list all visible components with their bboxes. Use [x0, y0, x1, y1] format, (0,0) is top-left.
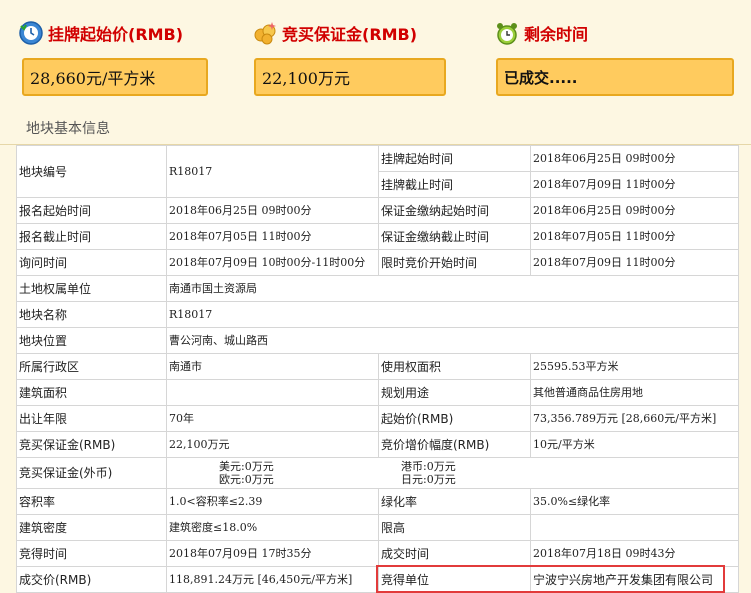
remaining-time-title: 剩余时间	[524, 25, 589, 44]
table-row: 所属行政区 南通市 使用权面积 25595.53平方米	[16, 353, 739, 380]
value-cell: 2018年07月05日 11时00分	[166, 223, 379, 250]
label-cell: 地块编号	[16, 145, 167, 198]
label-cell: 使用权面积	[378, 353, 531, 380]
value-cell: 2018年07月09日 11时00分	[530, 171, 739, 198]
label-cell: 限时竞价开始时间	[378, 249, 531, 276]
label-cell: 建筑面积	[16, 379, 167, 406]
value-cell: 2018年07月09日 17时35分	[166, 540, 379, 567]
table-row: 地块位置 曹公河南、城山路西	[16, 327, 739, 354]
value-cell: 70年	[166, 405, 379, 432]
value-cell: 22,100万元	[166, 431, 379, 458]
deposit-title: 竞买保证金(RMB)	[282, 25, 418, 44]
section-header: 地块基本信息	[0, 110, 751, 145]
label-cell: 土地权属单位	[16, 275, 167, 302]
label-cell: 起始价(RMB)	[378, 405, 531, 432]
hkd-value: 港币:0万元	[401, 460, 456, 473]
label-cell: 规划用途	[378, 379, 531, 406]
value-cell: 2018年07月09日 11时00分	[530, 249, 739, 276]
label-cell: 保证金缴纳截止时间	[378, 223, 531, 250]
label-cell: 竞价增价幅度(RMB)	[378, 431, 531, 458]
label-cell: 挂牌截止时间	[378, 171, 531, 198]
value-cell: R18017	[166, 145, 379, 198]
table-row: 竞买保证金(RMB) 22,100万元 竞价增价幅度(RMB) 10元/平方米	[16, 431, 739, 458]
label-cell: 地块名称	[16, 301, 167, 328]
table-row: 报名起始时间 2018年06月25日 09时00分 保证金缴纳起始时间 2018…	[16, 197, 739, 224]
label-cell: 竞买保证金(外币)	[16, 457, 167, 489]
value-cell: 南通市	[166, 353, 379, 380]
label-cell: 竞买保证金(RMB)	[16, 431, 167, 458]
table-row: 出让年限 70年 起始价(RMB) 73,356.789万元 [28,660元/…	[16, 405, 739, 432]
label-cell: 成交价(RMB)	[16, 566, 167, 593]
deposit-value: 22,100万元	[254, 58, 446, 96]
label-cell: 询问时间	[16, 249, 167, 276]
remaining-time-card: 剩余时间 已成交.....	[494, 8, 734, 104]
value-cell: R18017	[166, 301, 739, 328]
label-cell: 建筑密度	[16, 514, 167, 541]
label-cell: 保证金缴纳起始时间	[378, 197, 531, 224]
value-cell: 南通市国土资源局	[166, 275, 739, 302]
start-price-value: 28,660元/平方米	[22, 58, 208, 96]
value-cell: 2018年06月25日 09时00分	[166, 197, 379, 224]
table-row: 容积率 1.0<容积率≤2.39 绿化率 35.0%≤绿化率	[16, 488, 739, 515]
label-cell: 挂牌起始时间	[378, 145, 531, 172]
value-cell: 曹公河南、城山路西	[166, 327, 739, 354]
table-row: 土地权属单位 南通市国土资源局	[16, 275, 739, 302]
value-cell	[530, 514, 739, 541]
table-row: 建筑面积 规划用途 其他普通商品住房用地	[16, 379, 739, 406]
clock-refresh-icon	[18, 20, 44, 46]
value-cell: 118,891.24万元 [46,450元/平方米]	[166, 566, 379, 593]
start-price-title: 挂牌起始价(RMB)	[48, 25, 184, 44]
eur-value: 欧元:0万元	[219, 473, 274, 486]
label-cell: 限高	[378, 514, 531, 541]
jpy-value: 日元:0万元	[401, 473, 456, 486]
value-cell: 其他普通商品住房用地	[530, 379, 739, 406]
winner-highlight-box	[376, 565, 725, 593]
alarm-clock-icon	[494, 20, 520, 46]
table-row: 竞得时间 2018年07月09日 17时35分 成交时间 2018年07月18日…	[16, 540, 739, 567]
table-row: 地块编号 R18017 挂牌起始时间 2018年06月25日 09时00分	[16, 145, 739, 198]
label-cell: 绿化率	[378, 488, 531, 515]
table-row: 地块名称 R18017	[16, 301, 739, 328]
deposit-card: 竞买保证金(RMB) 22,100万元	[252, 8, 462, 104]
value-cell: 建筑密度≤18.0%	[166, 514, 379, 541]
usd-value: 美元:0万元	[219, 460, 274, 473]
table-row: 询问时间 2018年07月09日 10时00分-11时00分 限时竞价开始时间 …	[16, 249, 739, 276]
value-cell: 2018年07月05日 11时00分	[530, 223, 739, 250]
foreign-deposit-cell: 美元:0万元 欧元:0万元 港币:0万元 日元:0万元	[166, 457, 739, 489]
value-cell: 25595.53平方米	[530, 353, 739, 380]
label-cell: 容积率	[16, 488, 167, 515]
remaining-time-value: 已成交.....	[496, 58, 734, 96]
value-cell: 2018年07月18日 09时43分	[530, 540, 739, 567]
start-price-card: 挂牌起始价(RMB) 28,660元/平方米	[18, 8, 218, 104]
label-cell: 出让年限	[16, 405, 167, 432]
value-cell: 10元/平方米	[530, 431, 739, 458]
table-row: 建筑密度 建筑密度≤18.0% 限高	[16, 514, 739, 541]
label-cell: 所属行政区	[16, 353, 167, 380]
label-cell: 竞得时间	[16, 540, 167, 567]
value-cell: 2018年06月25日 09时00分	[530, 197, 739, 224]
value-cell	[166, 379, 379, 406]
land-info-table: 地块编号 R18017 挂牌起始时间 2018年06月25日 09时00分 挂牌…	[16, 145, 739, 593]
label-cell: 地块位置	[16, 327, 167, 354]
label-cell: 成交时间	[378, 540, 531, 567]
table-row: 报名截止时间 2018年07月05日 11时00分 保证金缴纳截止时间 2018…	[16, 223, 739, 250]
section-title: 地块基本信息	[26, 121, 110, 137]
label-cell: 报名截止时间	[16, 223, 167, 250]
value-cell: 2018年06月25日 09时00分	[530, 145, 739, 172]
value-cell: 73,356.789万元 [28,660元/平方米]	[530, 405, 739, 432]
value-cell: 2018年07月09日 10时00分-11时00分	[166, 249, 379, 276]
value-cell: 1.0<容积率≤2.39	[166, 488, 379, 515]
money-coins-icon	[252, 20, 278, 46]
label-cell: 报名起始时间	[16, 197, 167, 224]
value-cell: 35.0%≤绿化率	[530, 488, 739, 515]
table-row: 竞买保证金(外币) 美元:0万元 欧元:0万元 港币:0万元 日元:0万元	[16, 457, 739, 489]
